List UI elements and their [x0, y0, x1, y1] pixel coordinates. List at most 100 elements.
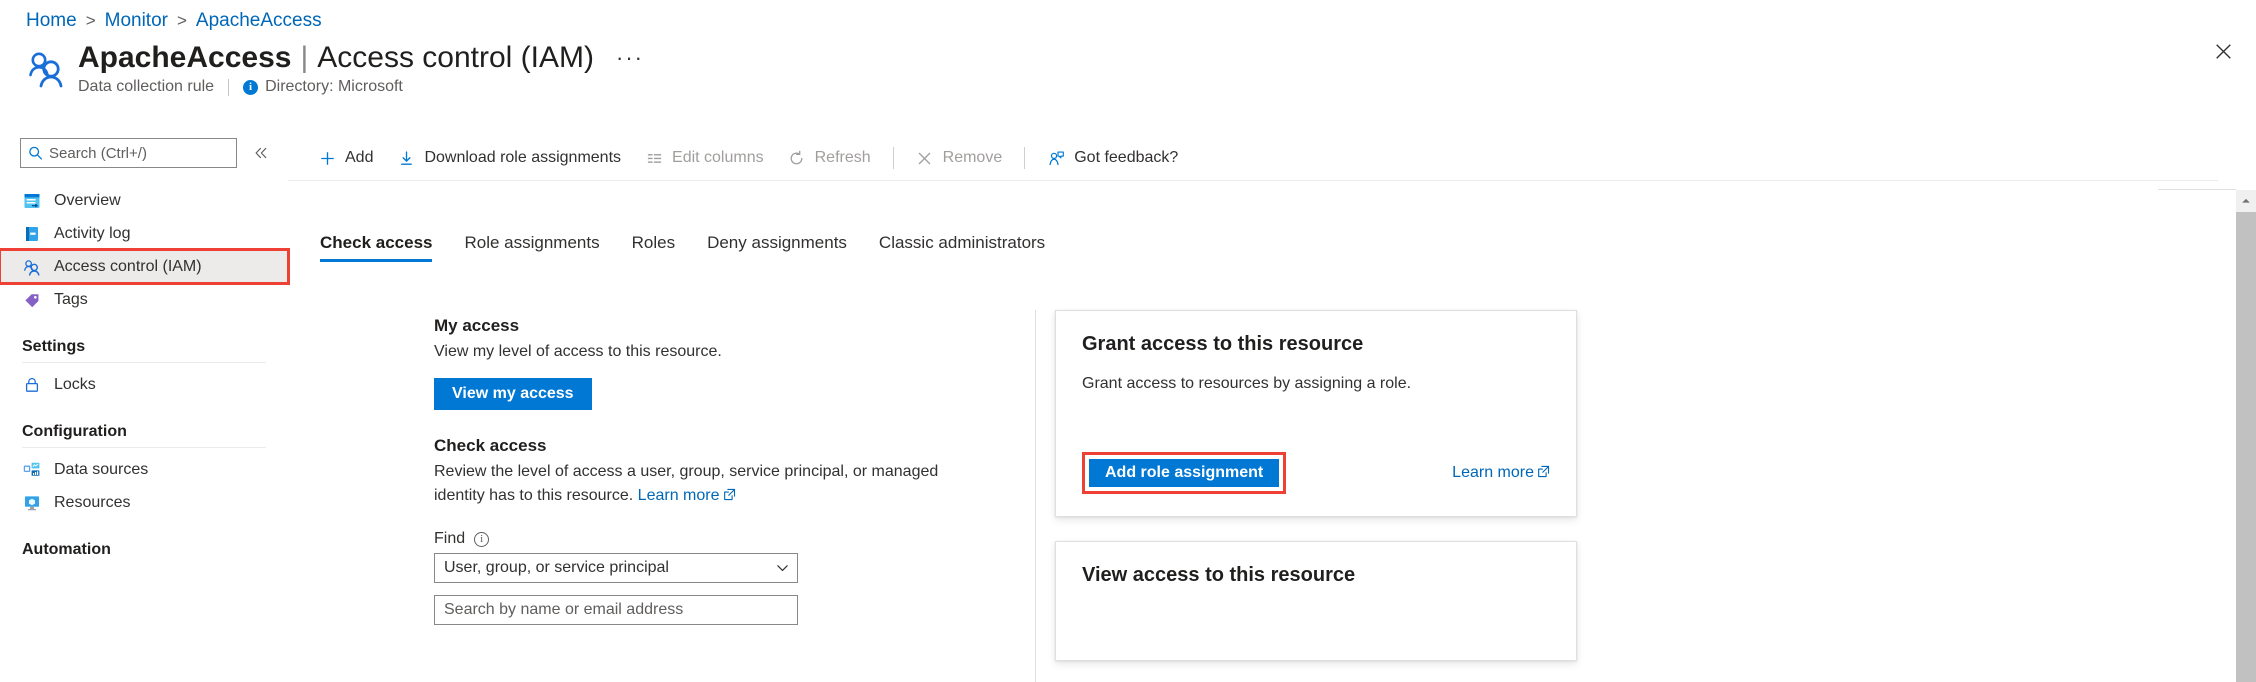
- sidebar-item-label: Data sources: [54, 461, 148, 479]
- close-blade-button[interactable]: [2206, 34, 2240, 68]
- add-button[interactable]: Add: [306, 142, 385, 174]
- sidebar-item-resources[interactable]: Resources: [0, 486, 288, 519]
- users-icon: [26, 47, 68, 89]
- search-icon: [28, 146, 43, 161]
- sidebar-item-access-control-iam[interactable]: Access control (IAM): [0, 250, 288, 283]
- principal-search-box[interactable]: [434, 595, 798, 625]
- tab-role-assignments[interactable]: Role assignments: [448, 233, 615, 262]
- tab-deny-assignments[interactable]: Deny assignments: [691, 233, 863, 262]
- edit-columns-button: Edit columns: [633, 142, 776, 174]
- grant-access-card-title: Grant access to this resource: [1082, 333, 1550, 356]
- check-access-left-column: My access View my level of access to thi…: [434, 316, 954, 625]
- command-bar-divider: [1024, 147, 1025, 169]
- plus-icon: [318, 149, 336, 167]
- got-feedback-label: Got feedback?: [1074, 149, 1178, 167]
- sidebar-item-overview[interactable]: Overview: [0, 184, 288, 217]
- sidebar-item-tags[interactable]: Tags: [0, 283, 288, 316]
- title-page-name: Access control (IAM): [317, 40, 594, 76]
- tab-check-access[interactable]: Check access: [304, 233, 448, 262]
- grant-access-learn-more-link[interactable]: Learn more: [1452, 464, 1550, 482]
- access-control-icon: [22, 257, 41, 276]
- blade-sidebar: Overview Activity log Acc: [0, 136, 288, 682]
- sidebar-item-label: Resources: [54, 494, 130, 512]
- view-my-access-button[interactable]: View my access: [434, 378, 592, 410]
- lock-icon: [22, 375, 41, 394]
- breadcrumb-separator: >: [86, 11, 96, 31]
- tab-label: Check access: [320, 233, 432, 252]
- breadcrumb-item-monitor[interactable]: Monitor: [105, 10, 168, 32]
- command-bar-divider: [893, 147, 894, 169]
- download-button-label: Download role assignments: [424, 149, 621, 167]
- add-role-assignment-highlight: Add role assignment: [1082, 452, 1286, 494]
- check-access-description-line1: Review the level of access a user, group…: [434, 463, 867, 480]
- sidebar-group-divider: [22, 447, 266, 448]
- add-role-assignment-button[interactable]: Add role assignment: [1087, 457, 1281, 489]
- feedback-person-icon: [1047, 149, 1065, 167]
- remove-label: Remove: [943, 149, 1003, 167]
- tag-icon: [22, 290, 41, 309]
- edit-columns-label: Edit columns: [672, 149, 764, 167]
- got-feedback-button[interactable]: Got feedback?: [1035, 142, 1190, 174]
- blade-subtitle: Data collection rule i Directory: Micros…: [78, 78, 644, 96]
- close-x-icon: [916, 149, 934, 167]
- sidebar-item-label: Access control (IAM): [54, 258, 202, 276]
- learn-more-label: Learn more: [638, 487, 720, 504]
- command-bar: Add Download role assignments: [288, 136, 2236, 180]
- grant-access-card-body: Grant access to resources by assigning a…: [1082, 372, 1550, 396]
- scroll-up-button[interactable]: [2236, 190, 2256, 212]
- chevron-down-icon: [776, 562, 789, 575]
- sidebar-item-data-sources[interactable]: Data sources: [0, 453, 288, 486]
- remove-button: Remove: [904, 142, 1015, 174]
- title-resource-name: ApacheAccess: [78, 40, 291, 76]
- my-access-heading: My access: [434, 316, 954, 336]
- sidebar-group-title-settings: Settings: [0, 338, 288, 356]
- chevron-double-left-icon: [254, 146, 268, 160]
- pivot-tabs: Check access Role assignments Roles Deny…: [288, 226, 1061, 262]
- info-tooltip-icon[interactable]: i: [474, 532, 489, 547]
- refresh-label: Refresh: [815, 149, 871, 167]
- sidebar-item-locks[interactable]: Locks: [0, 368, 288, 401]
- breadcrumb-item-home[interactable]: Home: [26, 10, 77, 32]
- sidebar-group-title-automation: Automation: [0, 541, 288, 559]
- tab-roles[interactable]: Roles: [616, 233, 691, 262]
- sidebar-item-activity-log[interactable]: Activity log: [0, 217, 288, 250]
- check-access-learn-more-link[interactable]: Learn more: [638, 487, 736, 504]
- principal-search-input[interactable]: [444, 596, 788, 624]
- breadcrumb-separator: >: [177, 11, 187, 31]
- vertical-scrollbar[interactable]: [2236, 190, 2256, 682]
- collapse-sidebar-button[interactable]: [251, 141, 270, 165]
- find-type-selected-value: User, group, or service principal: [444, 559, 669, 577]
- directory-label: Directory: Microsoft: [265, 78, 403, 96]
- sidebar-item-label: Overview: [54, 192, 121, 210]
- tab-classic-administrators[interactable]: Classic administrators: [863, 233, 1061, 262]
- resources-icon: [22, 493, 41, 512]
- more-options-button[interactable]: ···: [616, 47, 644, 69]
- check-access-right-column: Grant access to this resource Grant acce…: [1055, 310, 1577, 661]
- scroll-top-hairline: [2158, 189, 2236, 190]
- overview-icon: [22, 191, 41, 210]
- tab-label: Role assignments: [464, 233, 599, 252]
- activity-log-icon: [22, 224, 41, 243]
- tab-label: Deny assignments: [707, 233, 847, 252]
- grant-access-card-footer: Add role assignment Learn more: [1082, 452, 1550, 494]
- learn-more-label: Learn more: [1452, 464, 1534, 481]
- title-text-block: ApacheAccess | Access control (IAM) ··· …: [78, 40, 644, 96]
- edit-columns-icon: [645, 149, 663, 167]
- breadcrumb-item-apacheaccess[interactable]: ApacheAccess: [196, 10, 322, 32]
- add-button-label: Add: [345, 149, 373, 167]
- chevron-up-icon: [2241, 196, 2251, 206]
- scrollbar-thumb[interactable]: [2236, 212, 2256, 682]
- download-role-assignments-button[interactable]: Download role assignments: [385, 142, 633, 174]
- close-icon: [2215, 43, 2232, 60]
- find-field-label-row: Find i: [434, 530, 954, 548]
- search-input-wrapper[interactable]: [20, 138, 237, 168]
- view-access-card: View access to this resource: [1055, 541, 1577, 661]
- sidebar-item-label: Activity log: [54, 225, 130, 243]
- search-input[interactable]: [49, 139, 236, 167]
- subtitle-divider: [228, 79, 229, 96]
- find-type-dropdown[interactable]: User, group, or service principal: [434, 553, 798, 583]
- breadcrumb: Home > Monitor > ApacheAccess: [26, 8, 322, 34]
- sidebar-group-divider: [22, 362, 266, 363]
- check-access-description: Review the level of access a user, group…: [434, 460, 944, 508]
- sidebar-item-label: Locks: [54, 376, 96, 394]
